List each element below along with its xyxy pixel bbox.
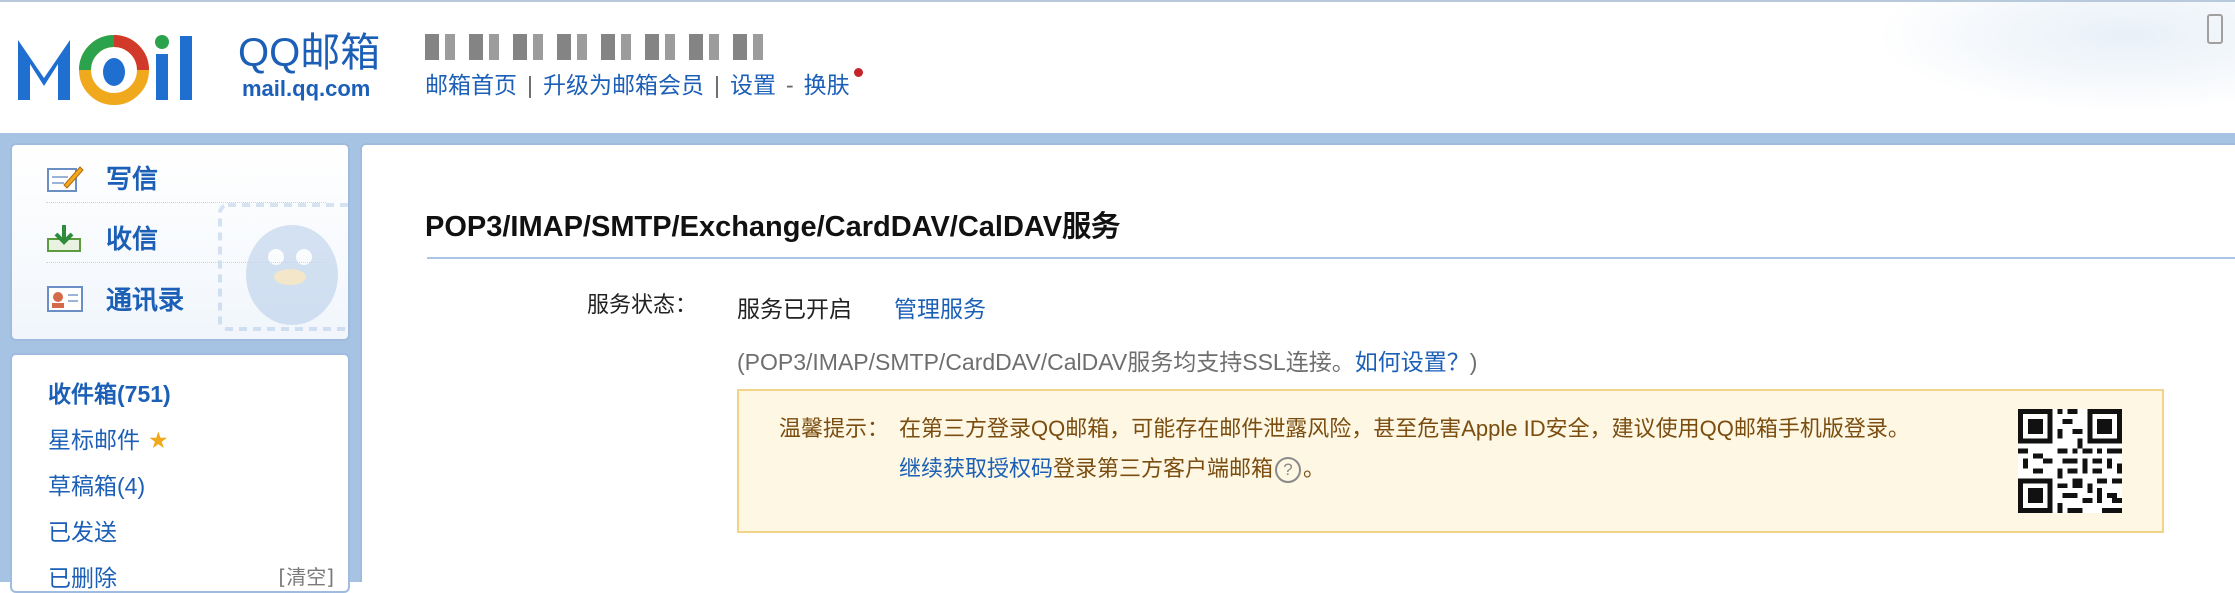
folder-list-panel: 收件箱(751) 星标邮件 ★ 草稿箱(4) 已发送 已删除 [清空]: [10, 353, 350, 593]
left-sidebar: 写信 收信 通讯录 收件箱(751) 星标邮件 ★ 草稿箱(4) 已发送 已删除…: [10, 143, 350, 593]
get-auth-code-link[interactable]: 继续获取授权码: [899, 456, 1053, 481]
receive-button[interactable]: 收信: [46, 213, 326, 263]
service-status-label: 服务状态：: [587, 292, 698, 317]
warning-tip-box: 温馨提示： 在第三方登录QQ邮箱，可能存在邮件泄露风险，甚至危害Apple ID…: [737, 389, 2164, 533]
compose-button[interactable]: 写信: [46, 153, 326, 203]
tip-end: 。: [1303, 456, 1326, 481]
star-icon: ★: [148, 427, 169, 453]
ssl-support-note: (POP3/IMAP/SMTP/CardDAV/CalDAV服务均支持SSL连接…: [737, 343, 1477, 377]
nav-dash: -: [785, 72, 794, 98]
main-content-panel: POP3/IMAP/SMTP/Exchange/CardDAV/CalDAV服务…: [360, 143, 2235, 587]
how-to-setup-link[interactable]: 如何设置？: [1355, 349, 1470, 375]
quick-actions-panel: 写信 收信 通讯录: [10, 143, 350, 341]
tip-label: 温馨提示：: [779, 416, 890, 441]
nav-change-skin[interactable]: 换肤: [804, 72, 850, 98]
nav-separator: |: [713, 72, 720, 98]
ssl-note-text: (POP3/IMAP/SMTP/CardDAV/CalDAV服务均支持SSL连接…: [737, 349, 1355, 375]
folder-drafts[interactable]: 草稿箱(4): [48, 467, 145, 501]
manage-service-link[interactable]: 管理服务: [894, 290, 986, 324]
compose-pencil-icon: [47, 165, 84, 192]
receive-label: 收信: [106, 224, 159, 254]
nav-settings[interactable]: 设置: [730, 72, 776, 98]
contacts-card-icon: [47, 286, 83, 312]
ssl-note-close: ): [1469, 349, 1478, 375]
folder-starred[interactable]: 星标邮件 ★: [48, 421, 169, 455]
folder-sent[interactable]: 已发送: [48, 513, 117, 547]
brand-domain: mail.qq.com: [242, 76, 371, 101]
mail-logo-icon: [18, 35, 192, 105]
clear-trash-button[interactable]: [清空]: [278, 561, 334, 590]
settings-content: POP3/IMAP/SMTP/Exchange/CardDAV/CalDAV服务…: [377, 157, 2235, 587]
service-status-value: 服务已开启: [737, 296, 852, 322]
tip-text: 在第三方登录QQ邮箱，可能存在邮件泄露风险，甚至危害Apple ID安全，建议使…: [899, 416, 1910, 441]
contacts-label: 通讯录: [106, 284, 185, 315]
header-cloud-decoration: [1875, 2, 2235, 112]
tip-login-client-text: 登录第三方客户端邮箱: [1053, 456, 1274, 481]
top-header: QQ邮箱 mail.qq.com 邮箱首页 | 升级为邮箱会员 | 设置 - 换肤: [0, 0, 2235, 135]
folder-inbox[interactable]: 收件箱(751): [48, 375, 171, 409]
notification-dot-icon: [853, 68, 863, 77]
qqmail-logo[interactable]: QQ邮箱 mail.qq.com: [16, 30, 391, 105]
help-question-icon[interactable]: ?: [1275, 457, 1302, 484]
user-account-name-redacted: [425, 34, 777, 60]
qr-code-icon: [2018, 409, 2122, 513]
nav-separator: |: [527, 72, 533, 98]
brand-name: QQ邮箱: [238, 31, 381, 75]
title-divider: [427, 257, 2235, 259]
folder-starred-label: 星标邮件: [48, 427, 140, 453]
nav-mail-home[interactable]: 邮箱首页: [425, 72, 517, 98]
nav-upgrade-vip[interactable]: 升级为邮箱会员: [543, 72, 704, 98]
compose-label: 写信: [106, 164, 159, 194]
top-nav: 邮箱首页 | 升级为邮箱会员 | 设置 - 换肤: [425, 66, 863, 100]
inbox-download-icon: [47, 224, 81, 252]
folder-deleted[interactable]: 已删除: [48, 559, 117, 593]
page-title: POP3/IMAP/SMTP/Exchange/CardDAV/CalDAV服务: [425, 211, 1121, 243]
tip-auth-code-line: 继续获取授权码登录第三方客户端邮箱?。: [899, 451, 1326, 484]
mobile-phone-icon[interactable]: [2207, 14, 2223, 44]
contacts-button[interactable]: 通讯录: [46, 273, 184, 323]
